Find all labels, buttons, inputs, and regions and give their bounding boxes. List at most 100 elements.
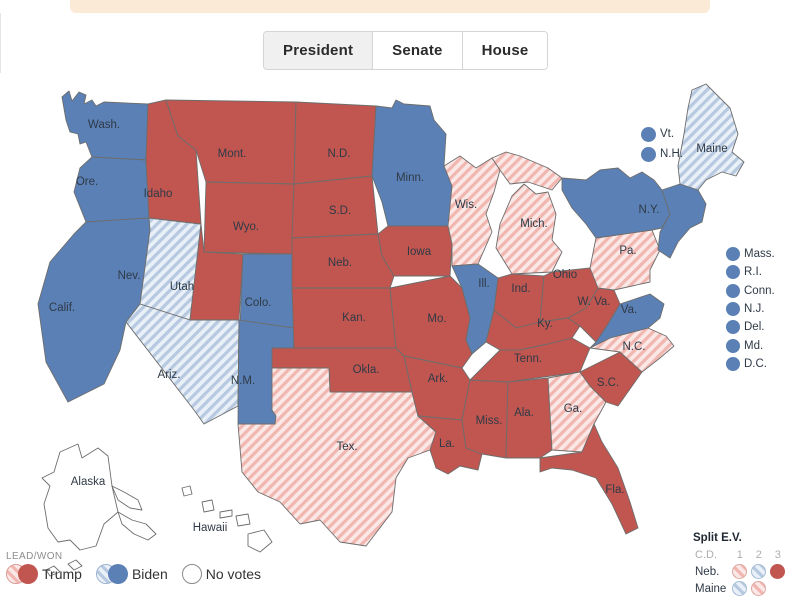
dc-label: D.C. [744, 357, 767, 370]
legend-item-trump[interactable]: Trump [6, 564, 82, 584]
vermont-status-dot [641, 126, 656, 142]
state-oregon[interactable] [73, 156, 150, 223]
split-ev-cd-label: C.D. [695, 548, 717, 561]
biden-won-swatch [107, 564, 128, 584]
split-ev-nebraska-label: Neb. [695, 565, 720, 578]
label-louisiana: La. [439, 438, 455, 450]
state-michigan-upper-peninsula[interactable] [491, 151, 563, 191]
label-kansas: Kan. [342, 312, 366, 324]
trump-swatch-pair [6, 564, 40, 584]
label-oregon: Ore. [76, 176, 98, 188]
label-michigan: Mich. [520, 218, 547, 230]
no-votes-legend-label: No votes [205, 566, 261, 582]
new-hampshire-label: N.H. [660, 148, 683, 160]
connecticut-status-dot [726, 283, 740, 298]
legend-item-biden[interactable]: Biden [95, 564, 168, 584]
label-mississippi: Miss. [476, 415, 503, 427]
circle-row-massachusetts[interactable]: Mass. [726, 245, 775, 263]
tab-president[interactable]: President [264, 32, 374, 69]
label-south-carolina: S.C. [597, 377, 619, 389]
label-illinois: Ill. [478, 278, 490, 290]
new-hampshire-status-dot [641, 146, 656, 162]
label-south-dakota: S.D. [329, 205, 351, 217]
state-pennsylvania[interactable] [589, 229, 661, 291]
maine-cd1-dot [732, 581, 748, 596]
circle-row-vermont[interactable]: Vt. [641, 124, 683, 144]
label-indiana: Ind. [511, 283, 530, 295]
top-accent-bar [70, 0, 710, 13]
new-jersey-status-dot [726, 302, 740, 317]
label-nebraska: Neb. [328, 257, 352, 269]
tab-house[interactable]: House [462, 32, 548, 69]
label-georgia: Ga. [564, 403, 583, 415]
label-montana: Mont. [218, 148, 247, 160]
label-alabama: Ala. [514, 407, 534, 419]
connecticut-label: Conn. [744, 284, 775, 297]
state-new-york[interactable] [561, 167, 671, 239]
label-tennessee: Tenn. [514, 353, 542, 365]
biden-swatch-pair [95, 564, 130, 584]
state-hawaii-kauai[interactable] [181, 485, 193, 497]
state-hawaii-oahu[interactable] [201, 499, 215, 513]
label-new-york: N.Y. [639, 204, 660, 216]
state-colorado[interactable] [239, 253, 295, 329]
trump-legend-label: Trump [42, 566, 82, 582]
biden-legend-label: Biden [131, 566, 168, 582]
small-state-circle-list: Mass. R.I. Conn. N.J. Del. Md. D.C. [726, 245, 775, 373]
label-oklahoma: Okla. [353, 364, 380, 376]
trump-won-swatch [18, 564, 38, 584]
circle-row-maryland[interactable]: Md. [726, 336, 775, 354]
circle-row-delaware[interactable]: Del. [726, 318, 775, 336]
label-kentucky: Ky. [537, 318, 553, 330]
state-wyoming[interactable] [203, 181, 295, 255]
split-ev-cd-2: 2 [755, 548, 762, 561]
state-hawaii-molokai[interactable] [219, 509, 233, 519]
race-tab-group[interactable]: President Senate House [263, 31, 549, 70]
label-arkansas: Ark. [428, 373, 448, 385]
label-pennsylvania: Pa. [619, 245, 636, 257]
rhode-island-status-dot [726, 265, 740, 280]
split-ev-row-nebraska[interactable]: Neb. [693, 563, 787, 580]
tab-senate[interactable]: Senate [373, 32, 463, 69]
label-new-mexico: N.M. [231, 375, 255, 387]
label-minnesota: Minn. [396, 172, 424, 184]
split-ev-maine-label: Maine [695, 582, 727, 595]
maryland-status-dot [726, 338, 740, 353]
state-minnesota[interactable] [371, 99, 453, 227]
state-wisconsin[interactable] [443, 155, 501, 267]
circle-row-new-jersey[interactable]: N.J. [726, 300, 775, 318]
label-west-virginia: W. Va. [577, 296, 610, 308]
nebraska-cd2-dot [751, 564, 767, 579]
circle-row-new-hampshire[interactable]: N.H. [641, 144, 683, 164]
map-legend: LEAD/WON Trump Biden No votes [6, 551, 275, 584]
rhode-island-label: R.I. [744, 266, 762, 279]
state-alaska[interactable] [41, 443, 119, 551]
state-hawaii-maui[interactable] [235, 513, 251, 527]
state-north-dakota[interactable] [293, 101, 377, 185]
circle-row-dc[interactable]: D.C. [726, 355, 775, 373]
label-washington: Wash. [88, 119, 120, 131]
state-maine[interactable] [677, 83, 745, 191]
state-arizona[interactable] [125, 303, 240, 425]
label-idaho: Idaho [144, 188, 173, 200]
label-texas: Tex. [336, 441, 357, 453]
label-north-dakota: N.D. [328, 148, 351, 160]
maine-cd2-dot [751, 581, 767, 596]
circle-row-connecticut[interactable]: Conn. [726, 282, 775, 300]
state-hawaii-big-island[interactable] [247, 529, 273, 553]
new-jersey-label: N.J. [744, 303, 765, 316]
split-ev-row-maine[interactable]: Maine [693, 580, 787, 597]
circle-row-rhode-island[interactable]: R.I. [726, 263, 775, 281]
label-nevada: Nev. [118, 270, 141, 282]
label-utah: Utah [170, 281, 194, 293]
label-iowa: Iowa [407, 246, 432, 258]
label-wyoming: Wyo. [233, 221, 259, 233]
alaska-aleutian-tail[interactable] [117, 511, 157, 541]
label-ohio: Ohio [553, 269, 577, 281]
label-colorado: Colo. [245, 297, 272, 309]
label-wisconsin: Wis. [455, 199, 477, 211]
northeast-circle-list: Vt. N.H. [641, 124, 683, 164]
legend-item-no-votes[interactable]: No votes [181, 564, 261, 584]
delaware-status-dot [726, 320, 740, 335]
label-maine: Maine [696, 143, 727, 155]
